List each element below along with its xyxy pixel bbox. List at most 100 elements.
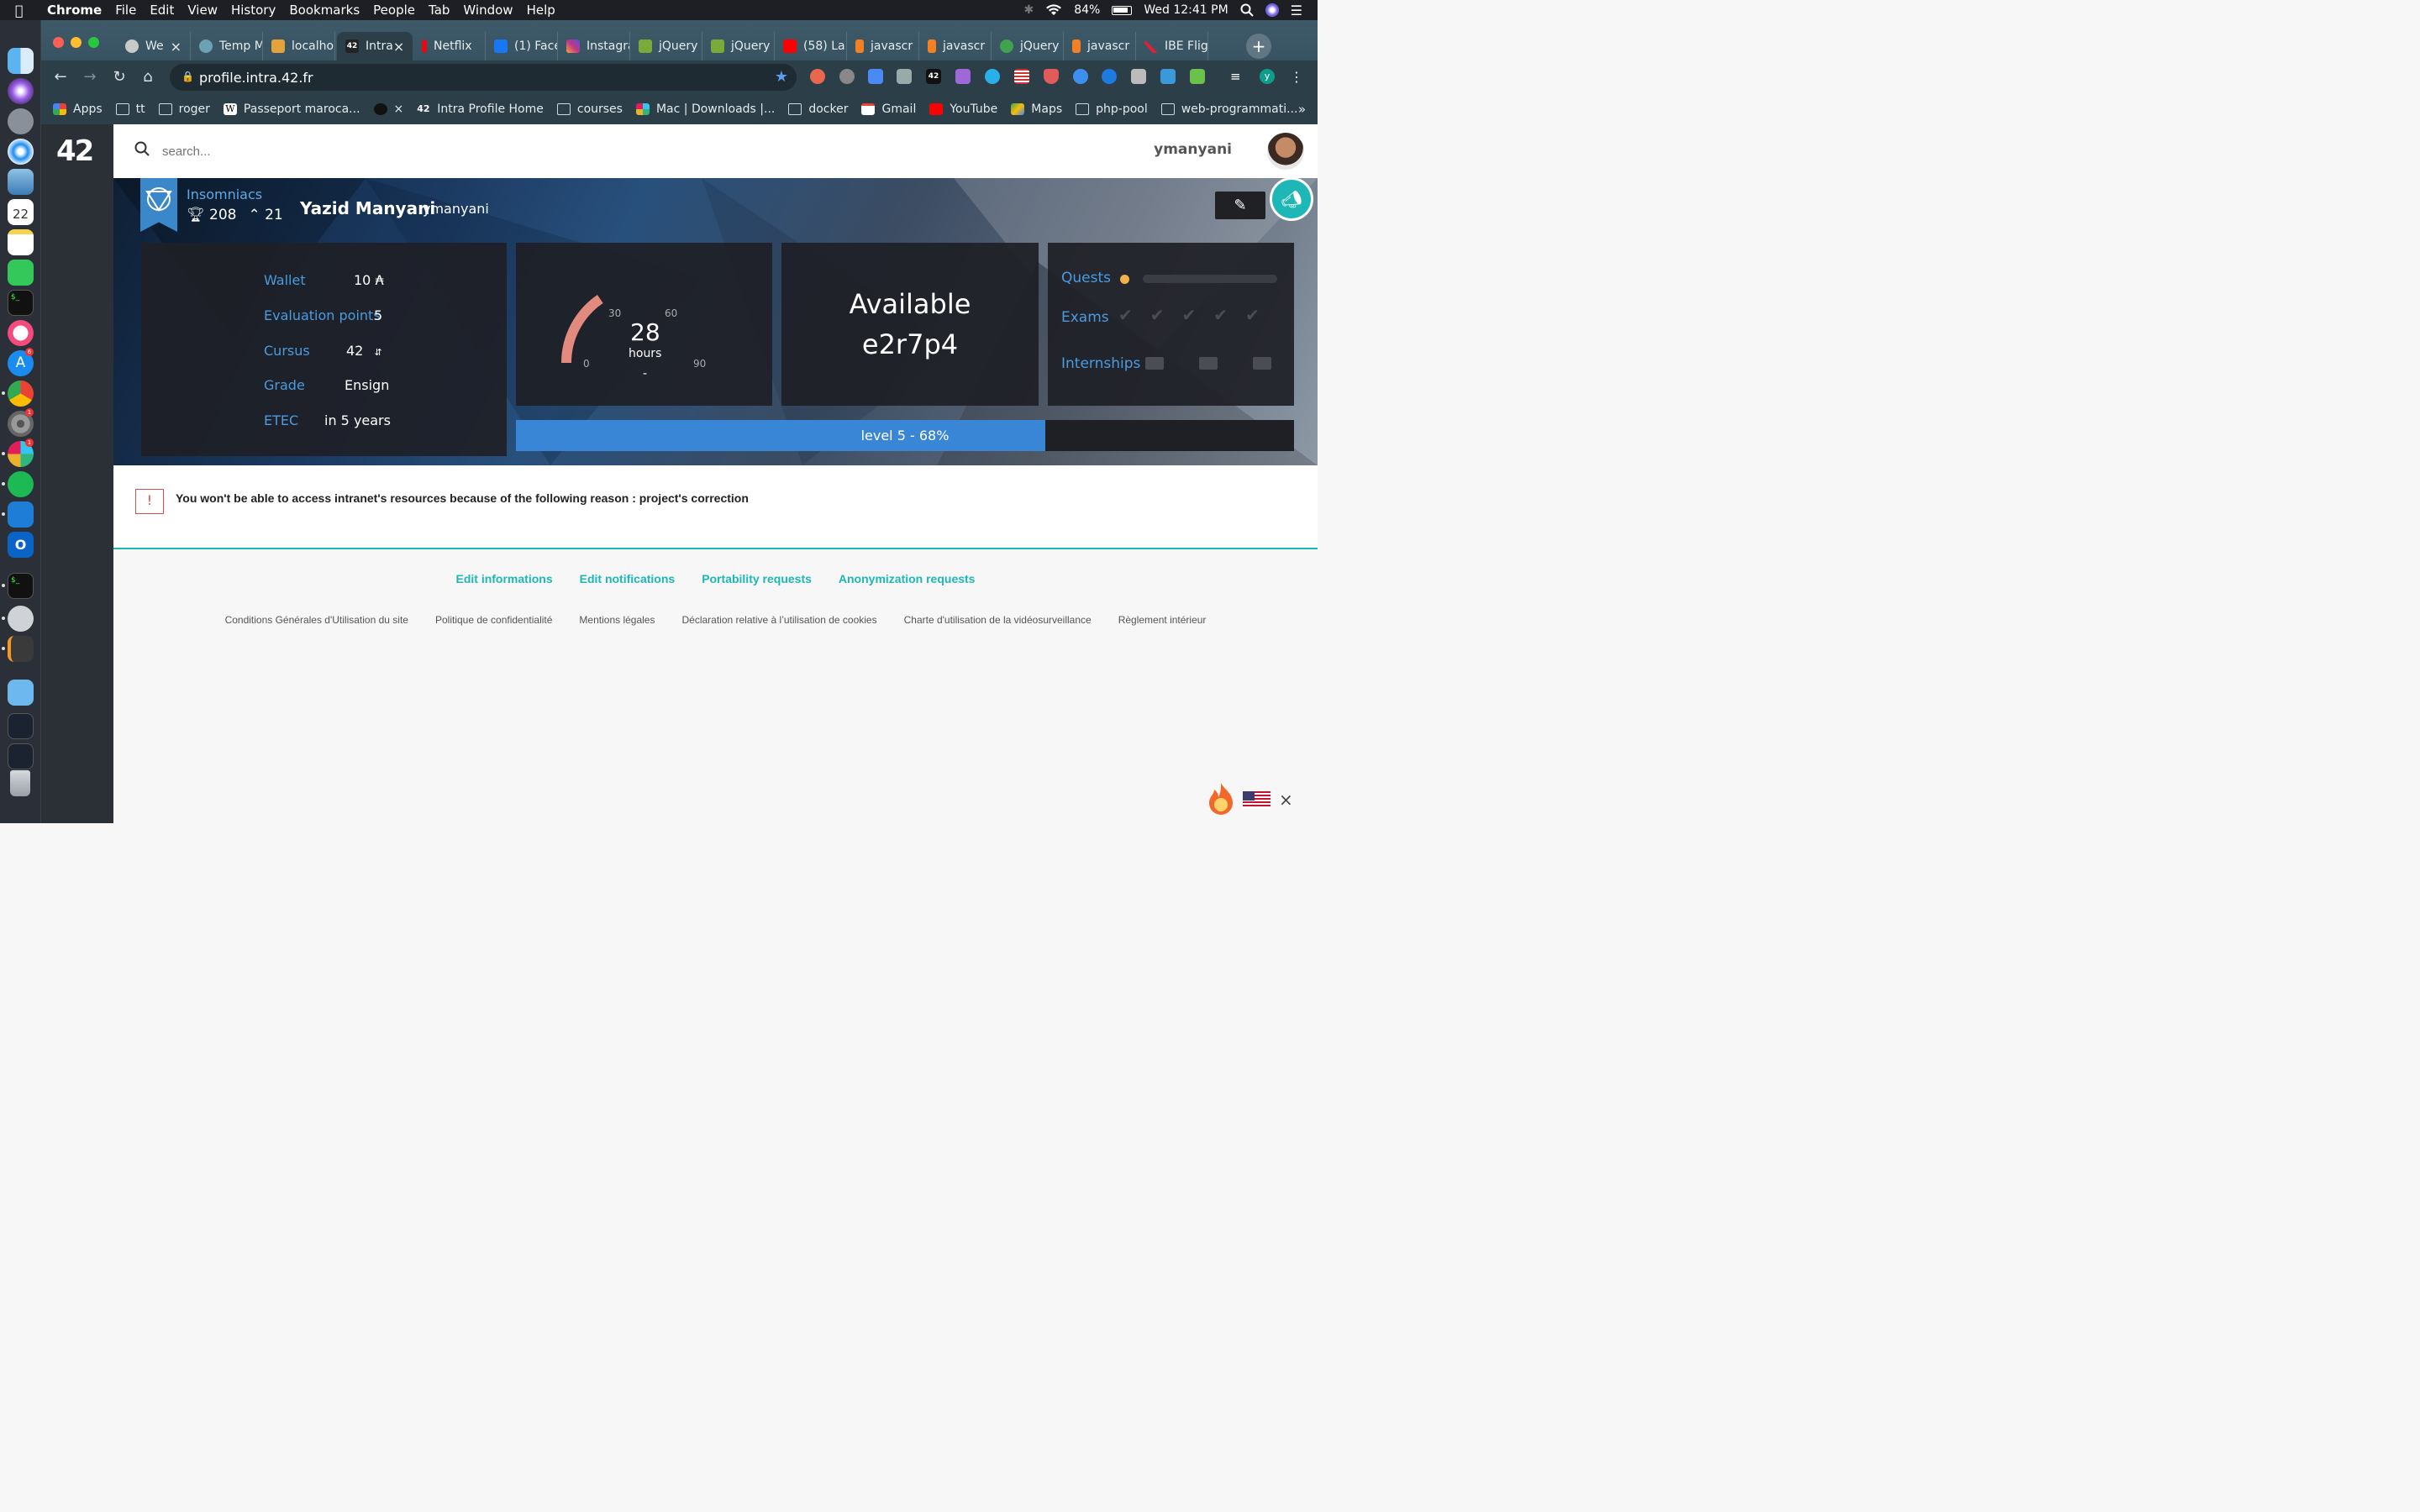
calendar-icon[interactable]: 22 <box>8 199 34 225</box>
intra-42-extension-icon[interactable]: 42 <box>926 69 941 84</box>
bookmark-apps[interactable]: Apps <box>53 102 103 116</box>
tab[interactable]: javascr <box>919 32 992 60</box>
extension-icon[interactable] <box>985 69 1000 84</box>
tab[interactable]: (1) Face <box>486 32 558 60</box>
menu-app-name[interactable]: Chrome <box>47 3 102 18</box>
minimize-window-button[interactable] <box>71 37 82 48</box>
terminal-2-icon[interactable]: $_ <box>8 573 34 599</box>
bookmark-folder[interactable]: php-pool <box>1076 102 1148 116</box>
launchpad-icon[interactable] <box>8 108 34 134</box>
bookmark-link[interactable]: 42 Intra Profile Home <box>417 102 544 116</box>
facetime-icon[interactable] <box>8 260 34 286</box>
extension-icon[interactable] <box>955 69 971 84</box>
safari-icon[interactable] <box>8 139 34 165</box>
siri-app-icon[interactable] <box>8 78 34 104</box>
profile-avatar-icon[interactable]: y <box>1260 69 1275 84</box>
internal-rules-link[interactable]: Règlement intérieur <box>1118 614 1207 626</box>
menu-history[interactable]: History <box>231 3 276 18</box>
terminal-icon[interactable]: $_ <box>8 290 34 316</box>
menu-view[interactable]: View <box>187 3 218 18</box>
tab[interactable]: jQuery <box>702 32 775 60</box>
notes-icon[interactable] <box>8 229 34 255</box>
battery-icon[interactable] <box>1112 5 1133 15</box>
chrome-icon[interactable] <box>8 381 34 407</box>
bookmark-folder[interactable]: courses <box>556 102 623 116</box>
sequel-pro-icon[interactable] <box>8 606 34 632</box>
forward-button[interactable]: → <box>81 68 99 87</box>
bookmark-link[interactable]: Mac | Downloads |... <box>635 102 775 116</box>
bookmark-folder[interactable]: web-programmati... <box>1160 102 1297 116</box>
exams-label[interactable]: Exams <box>1061 309 1109 326</box>
outlook-icon[interactable]: O <box>8 532 34 558</box>
tab[interactable]: Netflix <box>413 32 486 60</box>
us-flag-icon[interactable] <box>1243 791 1270 808</box>
privacy-policy-link[interactable]: Politique de confidentialité <box>435 614 552 626</box>
bookmark-link[interactable]: W Passeport maroca... <box>223 102 360 116</box>
logo-42[interactable]: 42 <box>56 134 94 168</box>
menu-edit[interactable]: Edit <box>150 3 174 18</box>
menu-window[interactable]: Window <box>463 3 513 18</box>
bookmark-star-icon[interactable]: ★ <box>775 68 788 86</box>
tab[interactable]: (58) La <box>775 32 847 60</box>
screenshot-thumbnail-2-icon[interactable] <box>8 743 34 769</box>
new-tab-button[interactable]: + <box>1246 34 1271 59</box>
menu-bookmarks[interactable]: Bookmarks <box>289 3 360 18</box>
extension-icon[interactable] <box>1190 69 1205 84</box>
close-icon[interactable]: × <box>1279 790 1293 810</box>
extension-icon[interactable] <box>897 69 912 84</box>
close-tab-icon[interactable]: × <box>171 39 182 55</box>
bookmarks-overflow-button[interactable]: » <box>1298 102 1306 117</box>
header-login[interactable]: ymanyani <box>1154 141 1232 158</box>
bluetooth-icon[interactable]: ✱ <box>1024 3 1034 17</box>
extension-icon[interactable] <box>1102 69 1117 84</box>
tab[interactable]: javascr <box>1064 32 1136 60</box>
extension-icon[interactable] <box>839 69 855 84</box>
address-bar[interactable]: 🔒 profile.intra.42.fr ★ <box>170 64 797 91</box>
wifi-icon[interactable] <box>1045 4 1062 16</box>
itunes-icon[interactable] <box>8 320 34 346</box>
extension-icon[interactable] <box>1131 69 1146 84</box>
bookmark-folder[interactable]: docker <box>788 102 848 116</box>
vscode-icon[interactable] <box>8 501 34 528</box>
quests-label[interactable]: Quests <box>1061 270 1111 286</box>
finder-icon[interactable] <box>8 48 34 74</box>
info-extension-icon[interactable] <box>1073 69 1088 84</box>
tab[interactable]: javascr <box>847 32 919 60</box>
user-avatar[interactable] <box>1267 133 1304 170</box>
coalition-name[interactable]: Insomniacs <box>187 186 262 202</box>
apple-icon[interactable]:  <box>15 3 39 18</box>
tab[interactable]: Instagra <box>558 32 630 60</box>
tab[interactable]: We × <box>117 32 191 60</box>
lock-icon[interactable]: 🔒 <box>182 71 194 82</box>
tab[interactable]: jQuery <box>992 32 1064 60</box>
cookies-declaration-link[interactable]: Déclaration relative à l’utilisation de … <box>681 614 876 626</box>
cursus-select[interactable]: 42 ⇵ <box>346 343 382 359</box>
clock[interactable]: Wed 12:41 PM <box>1144 3 1228 17</box>
google-translate-extension-icon[interactable] <box>868 69 883 84</box>
close-tab-icon[interactable]: × <box>393 39 404 55</box>
home-button[interactable]: ⌂ <box>139 68 157 87</box>
media-control-icon[interactable]: ≡ <box>1230 69 1245 84</box>
sublime-text-icon[interactable] <box>8 636 34 662</box>
video-surveillance-charter-link[interactable]: Charte d'utilisation de la vidéosurveill… <box>904 614 1092 626</box>
bookmark-link[interactable]: Gmail <box>861 102 916 116</box>
cgu-link[interactable]: Conditions Générales d'Utilisation du si… <box>225 614 408 626</box>
portability-requests-link[interactable]: Portability requests <box>702 572 812 585</box>
shield-extension-icon[interactable] <box>1044 69 1059 84</box>
reload-button[interactable]: ↻ <box>110 68 129 87</box>
close-window-button[interactable] <box>53 37 64 48</box>
back-button[interactable]: ← <box>51 68 70 87</box>
bookmark-link[interactable]: × <box>373 102 403 116</box>
anonymization-requests-link[interactable]: Anonymization requests <box>839 572 976 585</box>
edit-profile-button[interactable]: ✎ <box>1215 192 1265 219</box>
bookmark-folder[interactable]: tt <box>115 102 145 116</box>
siri-icon[interactable] <box>1265 3 1279 17</box>
menu-help[interactable]: Help <box>527 3 555 18</box>
tab[interactable]: localho <box>263 32 335 60</box>
extension-icon[interactable] <box>810 69 825 84</box>
bookmark-link[interactable]: Maps <box>1011 102 1062 116</box>
screenshot-thumbnail-icon[interactable] <box>8 713 34 739</box>
menu-people[interactable]: People <box>373 3 415 18</box>
flame-icon[interactable] <box>1206 781 1236 815</box>
menu-file[interactable]: File <box>115 3 136 18</box>
